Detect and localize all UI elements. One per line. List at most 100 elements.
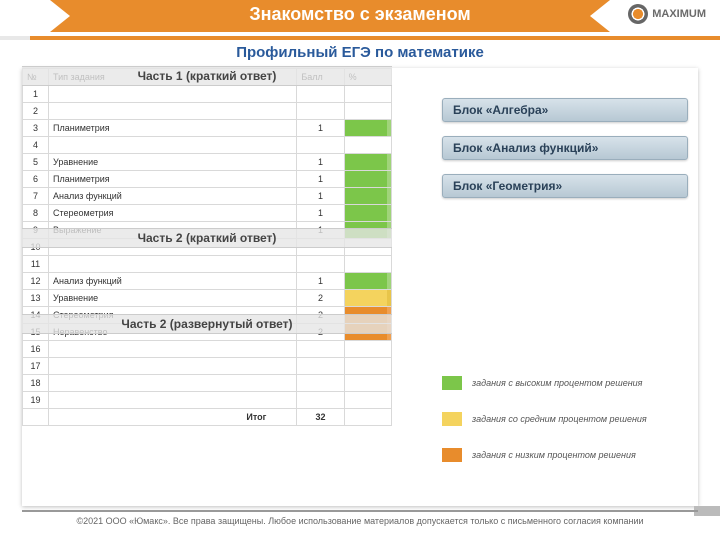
section-1-header: Часть 1 (краткий ответ) <box>22 66 392 86</box>
legend-mid-label: задания со средним процентом решения <box>472 414 647 424</box>
cell-score: 1 <box>297 120 344 137</box>
cell-type <box>49 103 297 120</box>
cell-type <box>49 137 297 154</box>
cell-num: 17 <box>23 358 49 375</box>
subtitle: Профильный ЕГЭ по математике <box>0 44 720 61</box>
pct-fill-high <box>345 188 391 204</box>
pct-fill-high <box>345 120 391 136</box>
cell-pct <box>344 205 391 222</box>
logo-icon <box>628 4 648 24</box>
cell-num: 18 <box>23 375 49 392</box>
cell-type <box>49 256 297 273</box>
cell-pct <box>344 341 391 358</box>
cell-type: Стереометрия <box>49 205 297 222</box>
page-title: Знакомство с экзаменом <box>0 4 720 25</box>
cell-score <box>297 103 344 120</box>
cell-num: 2 <box>23 103 49 120</box>
cell-pct <box>344 358 391 375</box>
structure-table: № Тип задания Балл % 123Планиметрия145Ур… <box>22 68 392 426</box>
cell-num: 13 <box>23 290 49 307</box>
legend-mid-swatch <box>442 412 462 426</box>
block-geometry-button[interactable]: Блок «Геометрия» <box>442 174 688 198</box>
cell-type <box>49 392 297 409</box>
table-row: 2 <box>23 103 392 120</box>
cell-num: 1 <box>23 86 49 103</box>
cell-pct <box>344 120 391 137</box>
brand-logo: MAXIMUM <box>628 4 706 24</box>
table-row: 11 <box>23 256 392 273</box>
table-row: 13Уравнение2 <box>23 290 392 307</box>
cell-score <box>297 375 344 392</box>
legend-low: задания с низким процентом решения <box>442 448 636 462</box>
cell-score: 1 <box>297 154 344 171</box>
block-analysis-button[interactable]: Блок «Анализ функций» <box>442 136 688 160</box>
cell-num: 16 <box>23 341 49 358</box>
cell-type: Анализ функций <box>49 188 297 205</box>
cell-pct <box>344 154 391 171</box>
legend-high: задания с высоким процентом решения <box>442 376 642 390</box>
cell-type: Анализ функций <box>49 273 297 290</box>
cell-type <box>49 86 297 103</box>
footer-copyright: ©2021 ООО «Юмакс». Все права защищены. Л… <box>0 516 720 526</box>
legend-high-swatch <box>442 376 462 390</box>
cell-pct <box>344 273 391 290</box>
pct-fill-high <box>345 154 391 170</box>
cell-type: Уравнение <box>49 290 297 307</box>
cell-score <box>297 86 344 103</box>
table-row: 12Анализ функций1 <box>23 273 392 290</box>
cell-pct <box>344 375 391 392</box>
table-row: 17 <box>23 358 392 375</box>
cell-num: 8 <box>23 205 49 222</box>
cell-score <box>297 341 344 358</box>
cell-num: 5 <box>23 154 49 171</box>
cell-score: 2 <box>297 290 344 307</box>
table-row: 6Планиметрия1 <box>23 171 392 188</box>
cell-type: Уравнение <box>49 154 297 171</box>
cell-num: 4 <box>23 137 49 154</box>
table-row: 8Стереометрия1 <box>23 205 392 222</box>
cell-pct <box>344 392 391 409</box>
table-row: 5Уравнение1 <box>23 154 392 171</box>
cell-pct <box>344 290 391 307</box>
cell-score <box>297 137 344 154</box>
block-algebra-button[interactable]: Блок «Алгебра» <box>442 98 688 122</box>
table-row: 7Анализ функций1 <box>23 188 392 205</box>
cell-score <box>297 358 344 375</box>
legend-high-label: задания с высоким процентом решения <box>472 378 642 388</box>
main-panel: № Тип задания Балл % 123Планиметрия145Ур… <box>22 68 698 506</box>
cell-score <box>297 256 344 273</box>
pct-fill-mid <box>345 290 391 306</box>
table-row: 1 <box>23 86 392 103</box>
cell-num: 7 <box>23 188 49 205</box>
cell-score <box>297 392 344 409</box>
cell-pct <box>344 256 391 273</box>
cell-pct <box>344 188 391 205</box>
cell-score: 1 <box>297 273 344 290</box>
pct-fill-high <box>345 273 391 289</box>
cell-num: 12 <box>23 273 49 290</box>
total-score: 32 <box>297 409 344 426</box>
cell-pct <box>344 86 391 103</box>
table-row: 3Планиметрия1 <box>23 120 392 137</box>
cell-num: 11 <box>23 256 49 273</box>
legend-mid: задания со средним процентом решения <box>442 412 647 426</box>
cell-type <box>49 358 297 375</box>
cell-num: 19 <box>23 392 49 409</box>
logo-text: MAXIMUM <box>652 8 706 20</box>
cell-pct <box>344 103 391 120</box>
table-row: 16 <box>23 341 392 358</box>
cell-type: Планиметрия <box>49 120 297 137</box>
table-row: 19 <box>23 392 392 409</box>
total-label: Итог <box>49 409 297 426</box>
header-underline <box>0 36 720 40</box>
cell-type <box>49 341 297 358</box>
section-2-header: Часть 2 (краткий ответ) <box>22 228 392 248</box>
cell-num: 6 <box>23 171 49 188</box>
pct-fill-high <box>345 171 391 187</box>
cell-pct <box>344 137 391 154</box>
cell-pct <box>344 171 391 188</box>
cell-score: 1 <box>297 171 344 188</box>
section-3-header: Часть 2 (развернутый ответ) <box>22 314 392 334</box>
footer-divider <box>22 510 698 512</box>
cell-type <box>49 375 297 392</box>
